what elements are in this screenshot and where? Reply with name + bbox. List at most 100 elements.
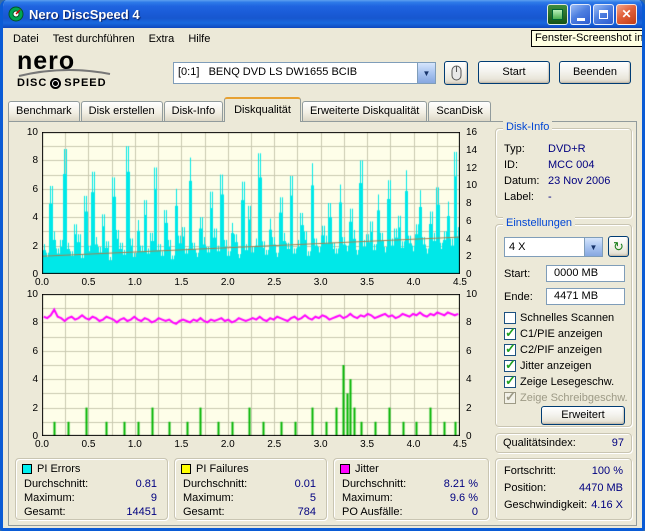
end-position-field[interactable]: 4471 MB bbox=[546, 288, 625, 305]
stat-value: 14451 bbox=[126, 506, 157, 518]
checkbox-label: C2/PIF anzeigen bbox=[520, 344, 602, 356]
tab-disk-erstellen[interactable]: Disk erstellen bbox=[81, 101, 163, 121]
quality-index-panel: Qualitätsindex: 97 bbox=[495, 433, 632, 453]
checkbox-box: ✓ bbox=[504, 376, 516, 388]
checkbox-fast-scan[interactable]: ✓ Schnelles Scannen bbox=[504, 311, 628, 325]
discspeed-right: SPEED bbox=[64, 77, 106, 89]
axis-tick-label: 1.0 bbox=[128, 277, 142, 288]
position-label: Position: bbox=[504, 482, 546, 494]
minimize-button[interactable] bbox=[570, 4, 591, 25]
axis-tick-label: 6 bbox=[32, 346, 38, 357]
tab-disk-info[interactable]: Disk-Info bbox=[164, 101, 223, 121]
stat-label: Gesamt: bbox=[183, 506, 225, 518]
tab-erweiterte-diskqualitaet[interactable]: Erweiterte Diskqualität bbox=[302, 101, 427, 121]
refresh-speeds-button[interactable]: ↻ bbox=[608, 236, 629, 257]
drive-select[interactable]: [0:1] BENQ DVD LS DW1655 BCIB ▼ bbox=[173, 62, 436, 84]
tooltip: Fenster-Screenshot in bbox=[531, 30, 643, 47]
axis-tick-label: 10 bbox=[466, 289, 477, 300]
maximize-button[interactable] bbox=[593, 4, 614, 25]
pi-failures-stats: PI Failures Durchschnitt:0.01 Maximum:5 … bbox=[174, 458, 327, 520]
speed-select-arrow[interactable]: ▼ bbox=[584, 238, 602, 256]
speed-select[interactable]: 4 X ▼ bbox=[504, 237, 603, 257]
speed-select-value: 4 X bbox=[505, 238, 584, 256]
advanced-button[interactable]: Erweitert bbox=[541, 406, 625, 425]
jitter-pif-chart bbox=[42, 294, 460, 436]
axis-tick-label: 8 bbox=[466, 198, 472, 209]
chevron-down-icon: ▼ bbox=[590, 243, 598, 252]
axis-tick-label: 4 bbox=[466, 234, 472, 245]
checkbox-box: ✓ bbox=[504, 392, 516, 404]
discspeed-disc-icon bbox=[50, 78, 61, 89]
tab-benchmark[interactable]: Benchmark bbox=[8, 101, 80, 121]
check-icon: ✓ bbox=[505, 357, 516, 373]
eject-mouse-button[interactable] bbox=[444, 61, 468, 85]
menu-hilfe[interactable]: Hilfe bbox=[181, 31, 217, 47]
stat-label: Durchschnitt: bbox=[24, 478, 88, 490]
stat-label: Maximum: bbox=[342, 492, 393, 504]
speed-label: Geschwindigkeit: bbox=[504, 499, 587, 511]
axis-tick-label: 8 bbox=[466, 317, 472, 328]
title-bar[interactable]: Nero DiscSpeed 4 ✕ bbox=[3, 0, 642, 28]
checkbox-box: ✓ bbox=[504, 328, 516, 340]
axis-tick-label: 14 bbox=[466, 145, 477, 156]
checkbox-box: ✓ bbox=[504, 312, 516, 324]
disk-label-value: - bbox=[548, 191, 552, 203]
end-position-label: Ende: bbox=[504, 291, 533, 303]
quit-button[interactable]: Beenden bbox=[559, 61, 631, 84]
disk-id-label: ID: bbox=[504, 159, 518, 171]
axis-tick-label: 16 bbox=[466, 127, 477, 138]
axis-tick-label: 6 bbox=[32, 184, 38, 195]
checkbox-show-read-speed[interactable]: ✓ Zeige Lesegeschw. bbox=[504, 375, 628, 389]
start-position-field[interactable]: 0000 MB bbox=[546, 265, 625, 282]
checkbox-jitter[interactable]: ✓ Jitter anzeigen bbox=[504, 359, 628, 373]
axis-tick-label: 12 bbox=[466, 163, 477, 174]
jitter-chart-left-axis: 0246810 bbox=[12, 294, 40, 436]
checkbox-label: C1/PIE anzeigen bbox=[520, 328, 603, 340]
checkbox-show-write-speed: ✓ Zeige Schreibgeschw. bbox=[504, 391, 628, 405]
axis-tick-label: 1.5 bbox=[174, 439, 188, 450]
axis-tick-label: 4.0 bbox=[407, 439, 421, 450]
progress-value: 100 % bbox=[592, 465, 623, 477]
pi-errors-title: PI Errors bbox=[37, 463, 80, 475]
close-button[interactable]: ✕ bbox=[616, 4, 637, 25]
tab-scandisk[interactable]: ScanDisk bbox=[428, 101, 490, 121]
axis-tick-label: 10 bbox=[27, 289, 38, 300]
start-position-label: Start: bbox=[504, 268, 530, 280]
stat-label: Durchschnitt: bbox=[183, 478, 247, 490]
start-button[interactable]: Start bbox=[478, 61, 550, 84]
checkbox-c1-pie[interactable]: ✓ C1/PIE anzeigen bbox=[504, 327, 628, 341]
stat-label: Maximum: bbox=[24, 492, 75, 504]
position-value: 4470 MB bbox=[579, 482, 623, 494]
axis-tick-label: 0.0 bbox=[35, 277, 49, 288]
discspeed-left: DISC bbox=[17, 77, 47, 89]
axis-tick-label: 6 bbox=[466, 346, 472, 357]
disk-id-value: MCC 004 bbox=[548, 159, 594, 171]
disk-label-label: Label: bbox=[504, 191, 534, 203]
jitter-chart-right-axis: 0246810 bbox=[463, 294, 489, 436]
menu-datei[interactable]: Datei bbox=[6, 31, 46, 47]
settings-title: Einstellungen bbox=[503, 217, 575, 229]
disk-info-group: Disk-Info Typ:DVD+R ID:MCC 004 Datum:23 … bbox=[495, 128, 632, 218]
axis-tick-label: 2 bbox=[32, 403, 38, 414]
checkbox-label: Zeige Lesegeschw. bbox=[520, 376, 614, 388]
screenshot-icon bbox=[552, 9, 563, 20]
menu-extra[interactable]: Extra bbox=[142, 31, 182, 47]
menu-test-durchfuehren[interactable]: Test durchführen bbox=[46, 31, 142, 47]
axis-tick-label: 2 bbox=[466, 403, 472, 414]
tab-page-diskqualitaet: 0246810 0246810121416 0.00.51.01.52.02.5… bbox=[8, 121, 637, 526]
pie-chart-left-axis: 0246810 bbox=[12, 132, 40, 274]
axis-tick-label: 6 bbox=[466, 216, 472, 227]
speed-value: 4.16 X bbox=[591, 499, 623, 511]
drive-select-arrow[interactable]: ▼ bbox=[417, 63, 435, 83]
quality-index-value: 97 bbox=[612, 437, 624, 449]
axis-tick-label: 0.5 bbox=[81, 439, 95, 450]
axis-tick-label: 4 bbox=[32, 374, 38, 385]
screenshot-button[interactable] bbox=[547, 4, 568, 25]
nero-logo: nero DISC SPEED bbox=[17, 50, 147, 89]
tab-diskqualitaet[interactable]: Diskqualität bbox=[224, 97, 301, 122]
progress-label: Fortschritt: bbox=[504, 465, 556, 477]
jitter-color-swatch bbox=[340, 464, 350, 474]
quality-index-label: Qualitätsindex: bbox=[503, 437, 576, 449]
jitter-stats: Jitter Durchschnitt:8.21 % Maximum:9.6 %… bbox=[333, 458, 489, 520]
checkbox-c2-pif[interactable]: ✓ C2/PIF anzeigen bbox=[504, 343, 628, 357]
